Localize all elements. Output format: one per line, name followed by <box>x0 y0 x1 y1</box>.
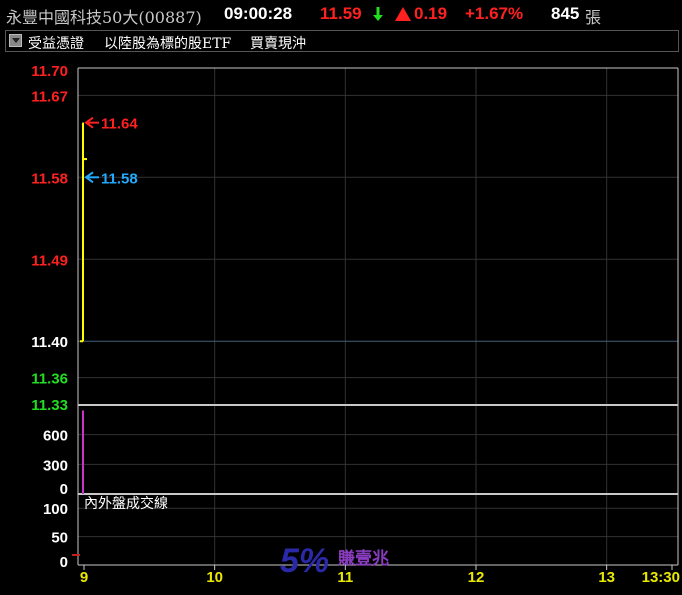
low-price-marker-label: 11.58 <box>101 170 138 187</box>
up-triangle-icon <box>395 7 411 21</box>
volume-bar <box>82 410 84 494</box>
high-price-marker: 11.64 <box>84 116 138 133</box>
time-tick-label: 9 <box>80 569 88 586</box>
time-tick-label: 13:30 <box>642 569 680 586</box>
chart-axes <box>77 67 679 566</box>
price-tick-label: 11.33 <box>31 397 68 414</box>
watermark: 5% 賺壹兆 <box>280 542 389 580</box>
stock-info-bar: 受益憑證 以陸股為標的股ETF 買賣現沖 <box>5 30 679 52</box>
total-volume: 845 <box>551 4 580 23</box>
category-label: 受益憑證 <box>28 36 84 52</box>
dropdown-toggle-icon[interactable] <box>9 34 22 47</box>
high-price-marker-label: 11.64 <box>101 116 138 133</box>
price-tick-label: 11.58 <box>31 170 68 187</box>
inner-outer-tick-label: 0 <box>60 554 68 571</box>
price-tick-label: 11.36 <box>31 371 68 388</box>
price-change: 0.19 <box>414 4 448 23</box>
volume-tick-label: 600 <box>43 428 68 445</box>
time-tick-label: 12 <box>468 569 485 586</box>
quote-header: 永豐中國科技50大(00887) 09:00:28 11.59 0.19 +1.… <box>0 0 682 28</box>
price-change-percent: +1.67% <box>465 4 524 23</box>
volume-tick-label: 300 <box>43 457 68 474</box>
last-price: 11.59 <box>320 4 362 23</box>
price-tick-label: 11.40 <box>31 334 68 351</box>
inner-outer-panel-title: 內外盤成交線 <box>84 495 168 511</box>
chart-series: 11.64 11.58 <box>72 116 138 556</box>
daytrade-label: 買賣現沖 <box>250 36 306 52</box>
down-arrow-icon <box>373 7 383 21</box>
price-tick-label: 11.70 <box>31 63 68 80</box>
time-tick-label: 11 <box>337 569 353 586</box>
inner-outer-tick-label: 50 <box>51 530 68 547</box>
description-label: 以陸股為標的股ETF <box>104 36 232 52</box>
price-tick-label: 11.49 <box>31 252 68 269</box>
quote-time: 09:00:28 <box>224 4 293 23</box>
inner-outer-tick-label: 100 <box>43 501 68 518</box>
time-tick-label: 10 <box>206 569 223 586</box>
watermark-5pct: 5% <box>280 542 329 580</box>
time-tick-label: 13 <box>598 569 615 586</box>
price-tick-label: 11.67 <box>31 88 68 105</box>
chart-grid <box>78 68 678 565</box>
volume-tick-label: 0 <box>60 481 68 498</box>
volume-unit: 張 <box>585 8 602 27</box>
stock-name[interactable]: 永豐中國科技50大(00887) <box>6 4 202 28</box>
watermark-text: 賺壹兆 <box>338 548 389 568</box>
low-price-marker: 11.58 <box>84 170 138 187</box>
intraday-chart[interactable]: 11.70 11.67 11.58 11.49 11.40 11.36 11.33 600 30… <box>0 56 682 595</box>
